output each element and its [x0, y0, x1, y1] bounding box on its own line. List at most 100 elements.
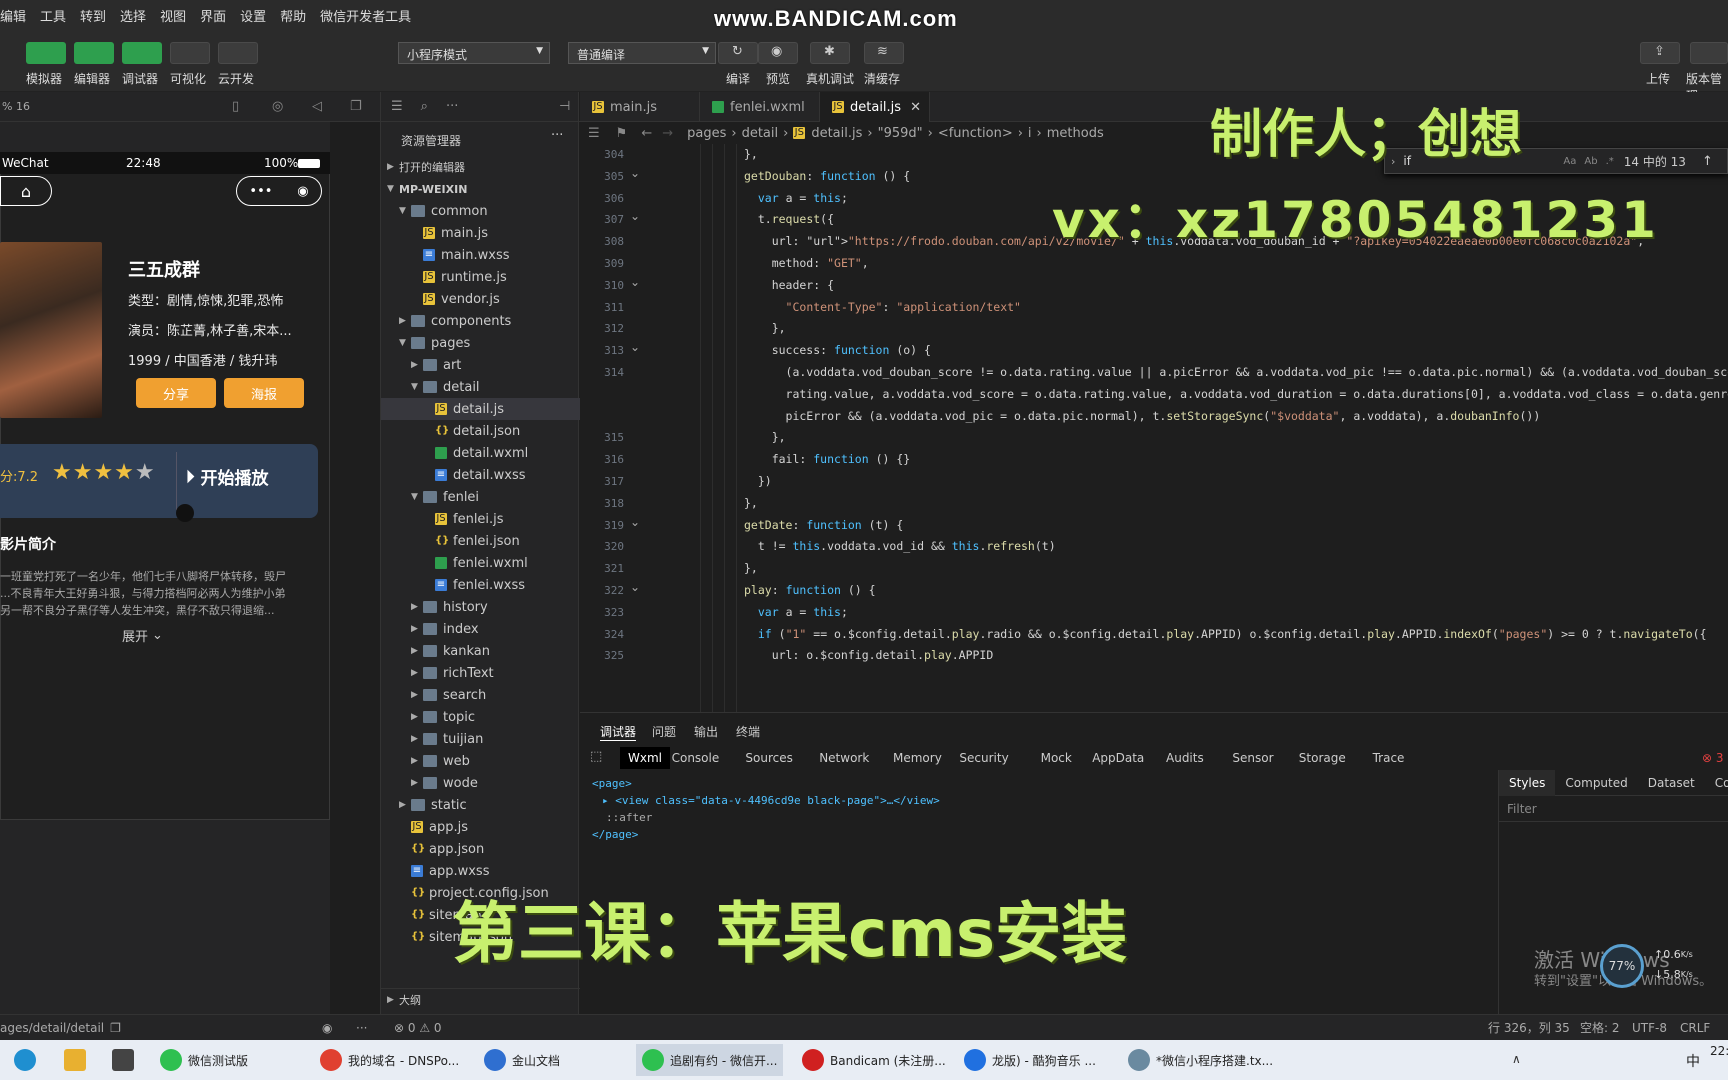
more-icon[interactable]: •••	[249, 184, 272, 199]
share-button[interactable]: 分享	[136, 378, 216, 408]
debugger-toggle-button[interactable]	[122, 42, 162, 64]
poster-button[interactable]: 海报	[224, 378, 304, 408]
devtools-tab[interactable]: Memory	[893, 751, 942, 765]
file-tree-item[interactable]: ▶ index	[381, 618, 580, 640]
file-tree-item[interactable]: ▶ wode	[381, 772, 580, 794]
taskbar-app[interactable]: 我的域名 - DNSPo...	[320, 1044, 459, 1076]
devtools-tab[interactable]: AppData	[1092, 751, 1144, 765]
taskbar-app[interactable]: 微信测试版	[160, 1044, 248, 1076]
page-path[interactable]: ages/detail/detail	[0, 1021, 104, 1035]
code-line[interactable]: if ("1" == o.$config.detail.play.radio &…	[744, 627, 1707, 641]
code-line[interactable]: },	[744, 496, 758, 510]
cursor-position[interactable]: 行 326，列 35	[1488, 1019, 1570, 1036]
open-editors-section[interactable]: ▶ 打开的编辑器	[381, 156, 580, 178]
code-line[interactable]: t != this.voddata.vod_id && this.refresh…	[744, 539, 1056, 553]
code-line[interactable]: url: o.$config.detail.play.APPID	[744, 648, 994, 662]
record-icon[interactable]: ◎	[272, 99, 283, 114]
fold-icon[interactable]: ⌄	[630, 515, 640, 529]
dom-node[interactable]: ::after	[592, 809, 940, 826]
tab-styles[interactable]: Styles	[1499, 769, 1556, 796]
code-line[interactable]: method: "GET",	[744, 256, 869, 270]
code-line[interactable]: t.request({	[744, 212, 834, 226]
devtools-tab[interactable]: Sensor	[1232, 751, 1273, 765]
upload-button[interactable]: ⇪	[1640, 42, 1680, 64]
file-tree-item[interactable]: ▶ richText	[381, 662, 580, 684]
compile-button[interactable]: ↻	[718, 42, 758, 64]
fold-icon[interactable]: ⌄	[630, 209, 640, 223]
phone-icon[interactable]: ▯	[232, 99, 239, 114]
tab-terminal[interactable]: 终端	[736, 723, 760, 740]
code-line[interactable]: fail: function () {}	[744, 452, 911, 466]
code-line[interactable]: var a = this;	[744, 191, 848, 205]
home-button[interactable]: ⌂	[0, 176, 52, 206]
breadcrumb-item[interactable]: i	[1028, 126, 1032, 141]
code-line[interactable]: })	[744, 474, 772, 488]
file-explorer-icon[interactable]	[64, 1044, 86, 1076]
file-tree-item[interactable]: ▼ pages	[381, 332, 580, 354]
fold-icon[interactable]: ⌄	[630, 340, 640, 354]
explorer-more-icon[interactable]: ···	[551, 128, 563, 143]
tab-main-js[interactable]: JS main.js	[580, 92, 700, 122]
remote-debug-button[interactable]: ✱	[810, 42, 850, 64]
devtools-tab[interactable]: Storage	[1299, 751, 1346, 765]
file-tree-item[interactable]: ▶ history	[381, 596, 580, 618]
list-icon[interactable]: ☰	[391, 99, 403, 114]
file-tree-item[interactable]: ▶ tuijian	[381, 728, 580, 750]
cloud-button[interactable]	[218, 42, 258, 64]
file-tree-item[interactable]: ▼ common	[381, 200, 580, 222]
code-line[interactable]: },	[744, 321, 786, 335]
file-tree-item[interactable]: JS main.js	[381, 222, 580, 244]
popout-icon[interactable]: ❐	[350, 99, 362, 114]
file-tree-item[interactable]: {} detail.json	[381, 420, 580, 442]
menu-item[interactable]: 转到	[80, 6, 106, 25]
dom-node[interactable]: ▸ <view class="data-v-4496cd9e black-pag…	[592, 792, 940, 809]
fold-icon[interactable]: ⌄	[630, 275, 640, 289]
tab-debugger[interactable]: 调试器	[600, 723, 637, 741]
tab-detail-js[interactable]: JS detail.js ✕	[820, 92, 930, 122]
mode-select[interactable]: 小程序模式 ▼	[398, 42, 550, 64]
devtools-tab[interactable]: Sources	[745, 751, 792, 765]
indent-spaces[interactable]: 空格: 2	[1580, 1019, 1620, 1036]
compile-select[interactable]: 普通编译 ▼	[568, 42, 716, 64]
breadcrumb-item[interactable]: pages	[687, 126, 726, 141]
code-line[interactable]: header: {	[744, 278, 834, 292]
file-tree-item[interactable]: ▶ art	[381, 354, 580, 376]
menu-item[interactable]: 选择	[120, 6, 146, 25]
eye-icon[interactable]: ◉	[322, 1021, 332, 1035]
taskbar-app[interactable]: Bandicam (未注册...	[802, 1044, 946, 1076]
code-line[interactable]: picError && (a.voddata.vod_pic = o.data.…	[744, 409, 1541, 423]
breadcrumb-item[interactable]: "959d"	[878, 126, 923, 141]
clear-cache-button[interactable]: ≋	[864, 42, 904, 64]
file-tree-item[interactable]: ≡ main.wxss	[381, 244, 580, 266]
taskbar-app[interactable]: *微信小程序搭建.tx...	[1128, 1044, 1273, 1076]
match-case-icon[interactable]: Aa	[1563, 156, 1576, 167]
close-circle-icon[interactable]: ◉	[297, 184, 308, 199]
file-tree-item[interactable]: ≡ detail.wxss	[381, 464, 580, 486]
visual-button[interactable]	[170, 42, 210, 64]
menu-item[interactable]: 视图	[160, 6, 186, 25]
breadcrumb-item[interactable]: detail.js	[811, 126, 862, 141]
file-encoding[interactable]: UTF-8	[1632, 1021, 1667, 1035]
file-tree-item[interactable]: {} fenlei.json	[381, 530, 580, 552]
code-line[interactable]: (a.voddata.vod_douban_score != o.data.ra…	[744, 365, 1728, 379]
edge-icon[interactable]	[14, 1044, 36, 1076]
breadcrumb-item[interactable]: detail	[742, 126, 779, 141]
tab-fenlei-wxml[interactable]: fenlei.wxml	[700, 92, 820, 122]
code-line[interactable]: success: function (o) {	[744, 343, 931, 357]
play-button[interactable]: ⏵ 开始播放	[186, 464, 269, 490]
code-line[interactable]: play: function () {	[744, 583, 876, 597]
list-icon[interactable]: ☰	[588, 126, 600, 141]
taskbar-app[interactable]: 龙版) - 酷狗音乐 ...	[964, 1044, 1096, 1076]
zoom-select[interactable]: % 16	[2, 100, 30, 113]
fold-icon[interactable]: ⌄	[630, 166, 640, 180]
menu-item[interactable]: 设置	[240, 6, 266, 25]
menu-item[interactable]: 界面	[200, 6, 226, 25]
tab-dataset[interactable]: Dataset	[1638, 776, 1705, 790]
close-icon[interactable]: ✕	[910, 100, 921, 115]
file-tree-item[interactable]: ≡ app.wxss	[381, 860, 580, 882]
breadcrumb-item[interactable]: methods	[1047, 126, 1104, 141]
styles-filter-input[interactable]: Filter	[1499, 796, 1728, 822]
devtools-tab[interactable]: Network	[819, 751, 869, 765]
tab-output[interactable]: 输出	[694, 723, 718, 740]
project-section[interactable]: ▼ MP-WEIXIN	[381, 178, 580, 200]
